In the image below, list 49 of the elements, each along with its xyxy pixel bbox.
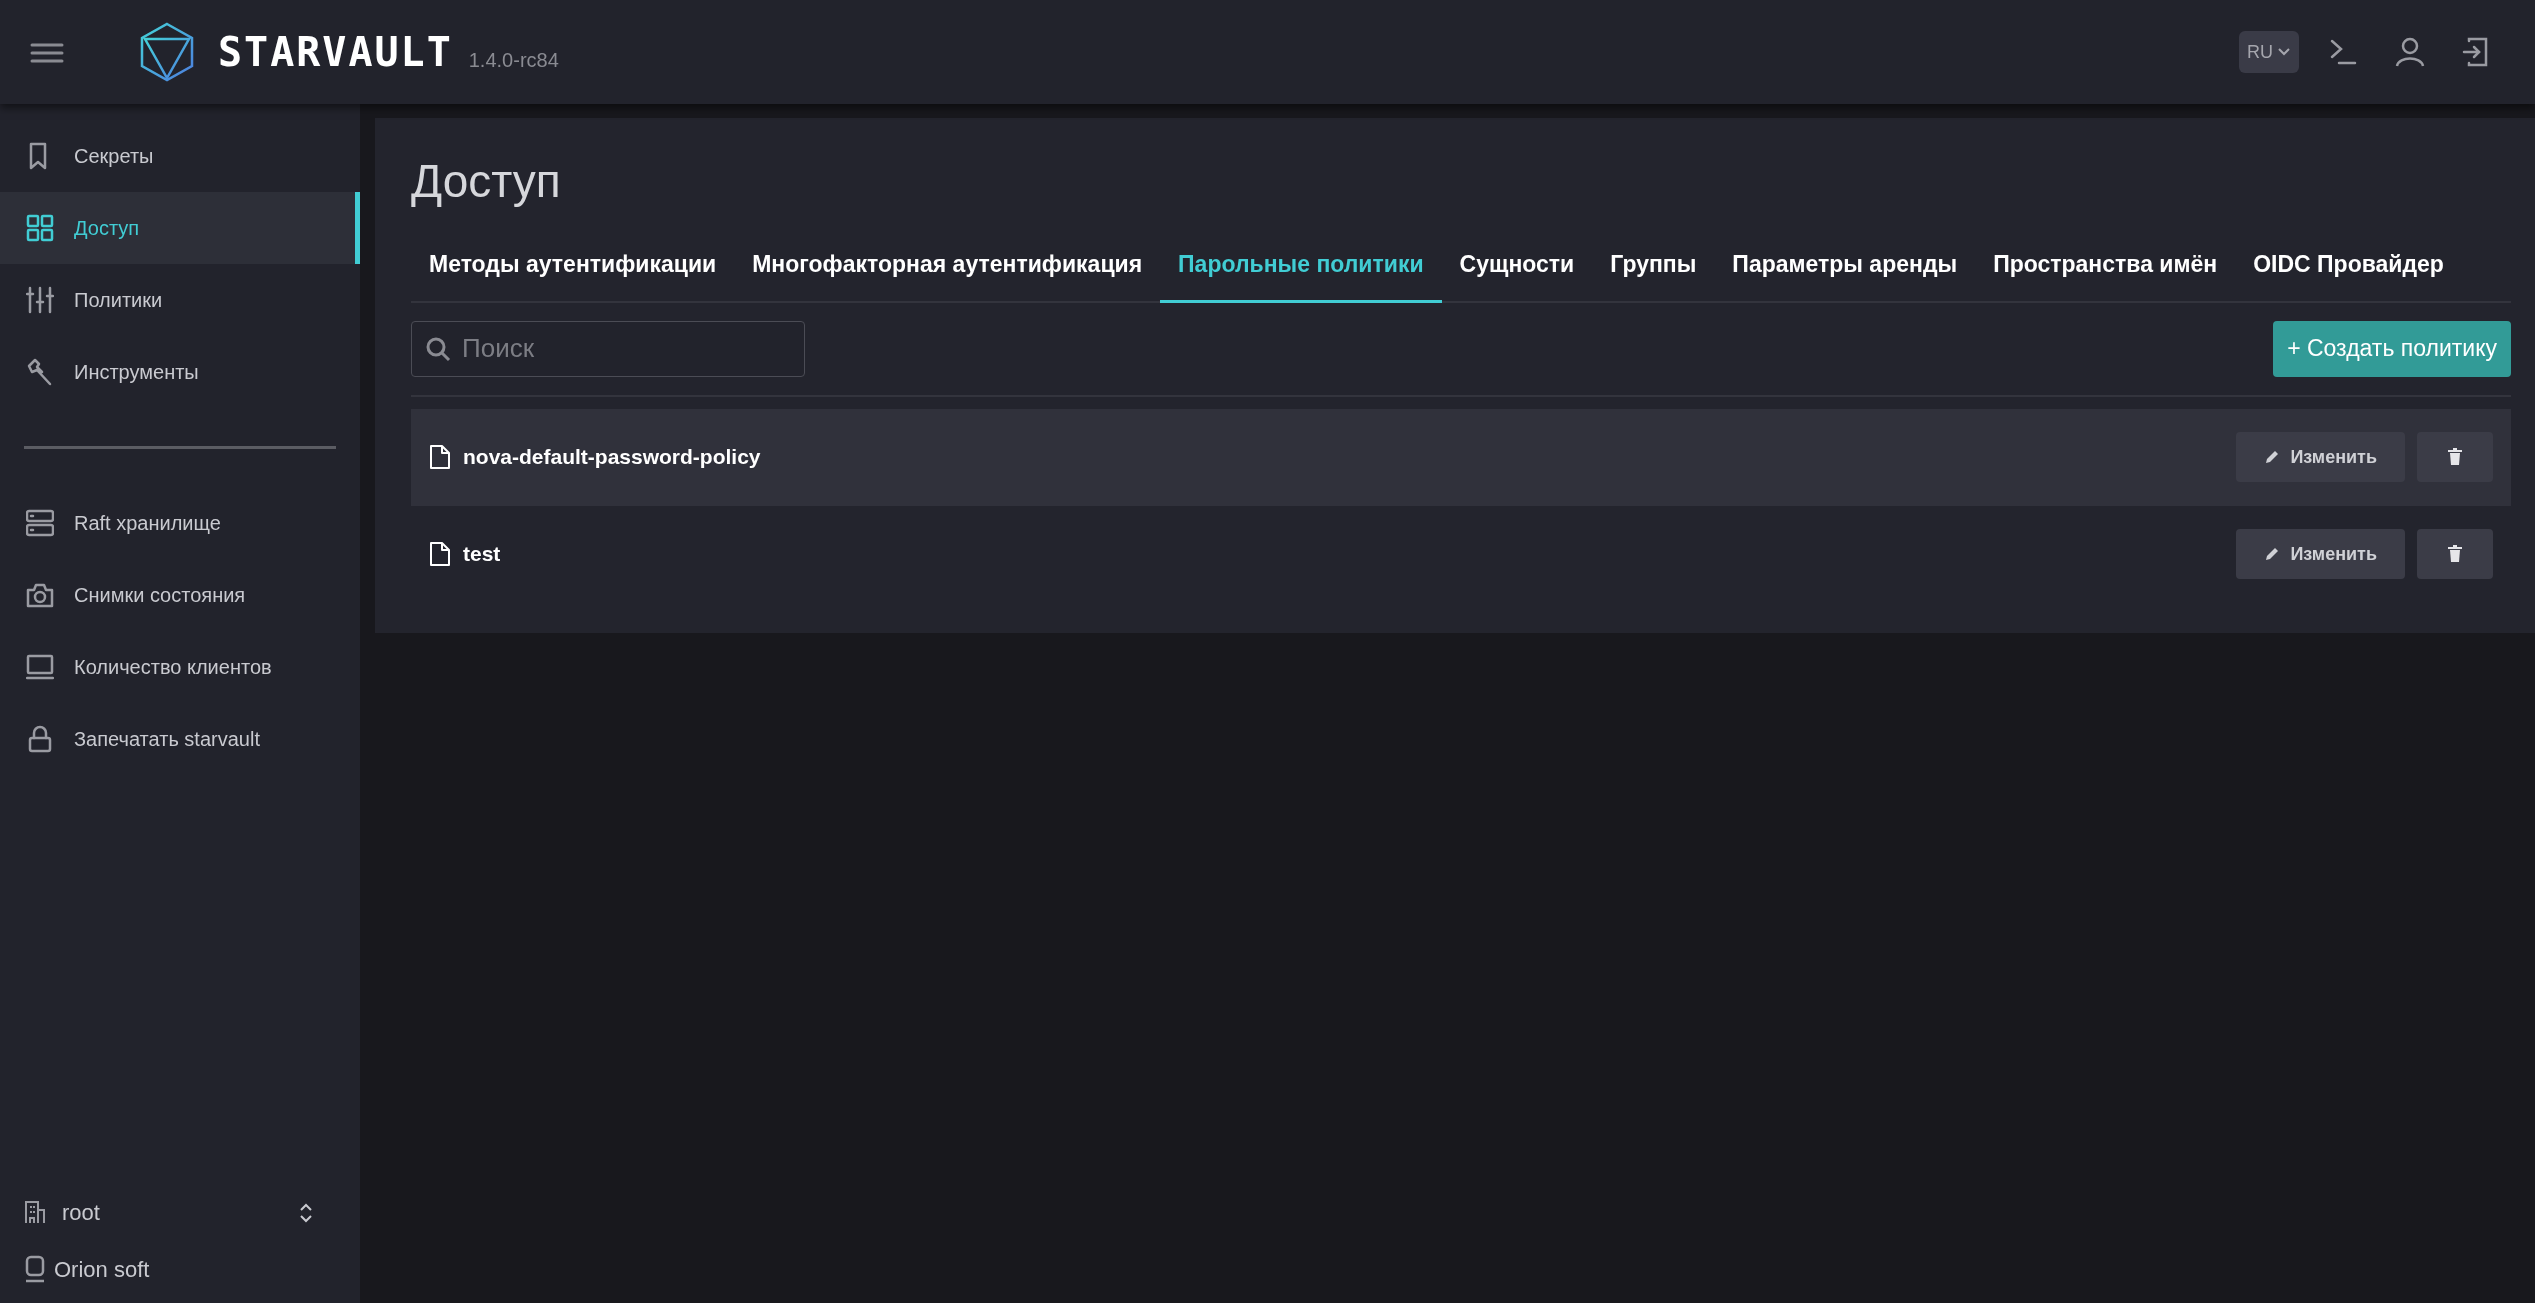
chevron-down-icon [2277, 47, 2291, 57]
sidebar-item[interactable]: Политики [0, 264, 360, 336]
trash-icon [2447, 448, 2463, 467]
building-icon [24, 1200, 46, 1224]
logo-icon [140, 22, 194, 82]
sidebar-item[interactable]: Raft хранилище [0, 487, 360, 559]
search-field[interactable]: Поиск [411, 320, 805, 377]
tab[interactable]: Группы [1592, 233, 1715, 303]
tab[interactable]: Парольные политики [1160, 233, 1442, 303]
search-icon [425, 335, 451, 362]
tab[interactable]: Пространства имён [1975, 233, 2236, 303]
tab[interactable]: OIDC Провайдер [2235, 233, 2462, 303]
trash-icon [2447, 545, 2463, 564]
grid-icon [26, 214, 54, 242]
file-icon [429, 444, 451, 471]
sidebar-item[interactable]: Снимки состояния [0, 559, 360, 631]
tab[interactable]: Методы аутентификации [411, 233, 735, 303]
device-icon [24, 1255, 46, 1283]
tab[interactable]: Сущности [1441, 233, 1593, 303]
sidebar-item[interactable]: Количество клиентов [0, 631, 360, 703]
pencil-icon [2264, 546, 2281, 563]
language-select[interactable]: RU [2239, 31, 2299, 73]
policy-name: nova-default-password-policy [463, 444, 761, 471]
wrench-icon [26, 358, 54, 386]
laptop-icon [26, 653, 54, 681]
version-label: 1.4.0-rc84 [468, 48, 559, 73]
file-icon [429, 541, 451, 568]
logo-text: STARVAULT [218, 28, 453, 77]
delete-button[interactable] [2417, 529, 2493, 580]
pencil-icon [2264, 449, 2281, 466]
sliders-icon [26, 286, 54, 314]
server-icon [26, 509, 54, 537]
policy-row[interactable]: test Изменить [411, 505, 2511, 603]
policy-row[interactable]: nova-default-password-policy Изменить [411, 408, 2511, 506]
tab[interactable]: Параметры аренды [1714, 233, 1976, 303]
delete-button[interactable] [2417, 432, 2493, 483]
lock-icon [26, 725, 54, 753]
edit-button[interactable]: Изменить [2236, 529, 2405, 580]
edit-button[interactable]: Изменить [2236, 432, 2405, 483]
tab[interactable]: Многофакторная аутентификация [734, 233, 1161, 303]
sidebar-item[interactable]: Запечатать starvault [0, 703, 360, 775]
vendor-label: Orion soft [54, 1255, 150, 1284]
namespace-label: root [62, 1198, 100, 1227]
camera-icon [26, 581, 54, 609]
policy-name: test [463, 541, 501, 568]
sidebar-item[interactable]: Доступ [0, 192, 360, 264]
sidebar-item[interactable]: Инструменты [0, 336, 360, 408]
page-title: Доступ [411, 154, 562, 209]
sidebar-item[interactable]: Секреты [0, 120, 360, 192]
